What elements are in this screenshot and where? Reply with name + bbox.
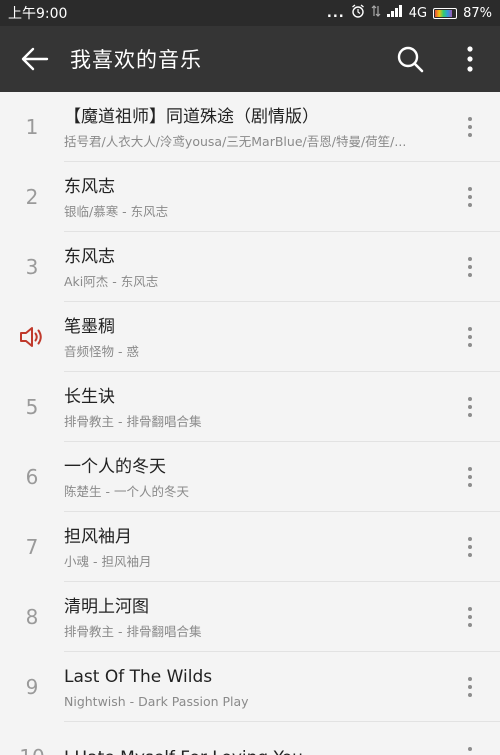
song-index: 8 [25,605,39,629]
song-artist-album: 陈楚生 - 一个人的冬天 [64,483,189,499]
now-playing-icon [0,302,64,372]
more-vert-icon [468,745,472,755]
app-bar: 我喜欢的音乐 [0,26,500,92]
network-type: 4G [408,5,428,21]
song-title: 东风志 [64,176,115,197]
song-more-button[interactable] [440,232,500,302]
song-list: 1 【魔道祖师】同道殊途（剧情版） 括号君/人衣大人/泠鸢yousa/三无MarBl… [0,92,500,755]
more-vert-icon [468,465,472,489]
song-title: 【魔道祖师】同道殊途（剧情版） [64,106,319,127]
song-title: 笔墨稠 [64,316,115,337]
song-row[interactable]: 3 东风志 Aki阿杰 - 东风志 [0,232,500,302]
song-title: I Hate Myself For Loving You [64,746,440,755]
notification-dots: ... [326,5,345,21]
song-info: 东风志银临/慕寒 - 东风志 [64,173,440,222]
more-vert-icon [468,605,472,629]
song-row[interactable]: 9 Last Of The Wilds Nightwish - Dark Passi… [0,652,500,722]
song-artist-album: 括号君/人衣大人/泠鸢yousa/三无MarBlue/吾恩/特曼/荷笙/... [64,133,407,149]
song-info: 东风志 Aki阿杰 - 东风志 [64,243,440,292]
song-row[interactable]: 5 长生诀排骨教主 - 排骨翻唱合集 [0,372,500,442]
song-info: 长生诀排骨教主 - 排骨翻唱合集 [64,383,440,432]
song-title: 清明上河图 [64,596,149,617]
back-button[interactable] [0,26,70,92]
song-info: 【魔道祖师】同道殊途（剧情版） 括号君/人衣大人/泠鸢yousa/三无MarBlu… [64,103,440,152]
song-more-button[interactable] [440,582,500,652]
song-title: 一个人的冬天 [64,456,166,477]
song-row[interactable]: 2 东风志银临/慕寒 - 东风志 [0,162,500,232]
more-vert-icon [468,255,472,279]
song-info: 一个人的冬天陈楚生 - 一个人的冬天 [64,453,440,502]
song-more-button[interactable] [440,302,500,372]
more-vert-icon [468,325,472,349]
search-button[interactable] [380,26,440,92]
song-artist-album: 小魂 - 担风袖月 [64,553,152,569]
more-vert-icon [468,675,472,699]
song-index: 10 [0,722,64,755]
song-artist-album: 银临/慕寒 - 东风志 [64,203,169,219]
status-bar: 上午9:00 ... 4G 87% [0,0,500,26]
song-info: 清明上河图排骨教主 - 排骨翻唱合集 [64,593,440,642]
song-index: 5 [25,395,39,419]
song-artist-album: Nightwish - Dark Passion Play [64,693,249,709]
status-time: 上午9:00 [8,6,68,22]
song-more-button[interactable] [440,512,500,582]
song-more-button[interactable] [440,92,500,162]
song-artist-album: 排骨教主 - 排骨翻唱合集 [64,413,202,429]
song-index: 2 [25,185,39,209]
status-indicators: ... 4G 87% [327,4,492,22]
search-icon [397,46,424,73]
song-row[interactable]: 7 担风袖月小魂 - 担风袖月 [0,512,500,582]
song-info: I Hate Myself For Loving You [64,744,440,755]
alarm-icon [351,4,365,22]
data-transfer-icon [371,4,381,22]
song-info: Last Of The Wilds Nightwish - Dark Passio… [64,663,440,712]
song-artist-album: 音频怪物 - 惑 [64,343,139,359]
song-info: 笔墨稠音频怪物 - 惑 [64,313,440,362]
song-row[interactable]: 8 清明上河图排骨教主 - 排骨翻唱合集 [0,582,500,652]
more-vert-icon [468,395,472,419]
song-more-button[interactable] [440,722,500,755]
song-row[interactable]: 笔墨稠音频怪物 - 惑 [0,302,500,372]
more-vert-icon [467,46,473,72]
more-options-button[interactable] [440,26,500,92]
song-more-button[interactable] [440,442,500,512]
song-index: 3 [25,255,39,279]
song-artist-album: Aki阿杰 - 东风志 [64,273,159,289]
song-more-button[interactable] [440,652,500,722]
song-row[interactable]: 6 一个人的冬天陈楚生 - 一个人的冬天 [0,442,500,512]
song-index: 6 [25,465,39,489]
song-more-button[interactable] [440,162,500,232]
app-bar-actions [380,26,500,92]
song-index: 1 [25,115,39,139]
song-title: Last Of The Wilds [64,666,213,687]
more-vert-icon [468,115,472,139]
song-row[interactable]: 10I Hate Myself For Loving You [0,722,500,755]
signal-icon [386,5,403,21]
song-title: 担风袖月 [64,526,132,547]
song-artist-album: 排骨教主 - 排骨翻唱合集 [64,623,202,639]
battery-percent: 87% [463,5,492,21]
battery-icon [433,7,458,19]
song-row[interactable]: 1 【魔道祖师】同道殊途（剧情版） 括号君/人衣大人/泠鸢yousa/三无MarBl… [0,92,500,162]
more-vert-icon [468,535,472,559]
more-vert-icon [468,185,472,209]
song-index: 9 [25,675,39,699]
page-title: 我喜欢的音乐 [70,48,202,72]
song-title: 长生诀 [64,386,115,407]
arrow-left-icon [21,47,49,71]
song-index: 7 [25,535,39,559]
song-more-button[interactable] [440,372,500,442]
song-info: 担风袖月小魂 - 担风袖月 [64,523,440,572]
song-title: 东风志 [64,246,115,267]
